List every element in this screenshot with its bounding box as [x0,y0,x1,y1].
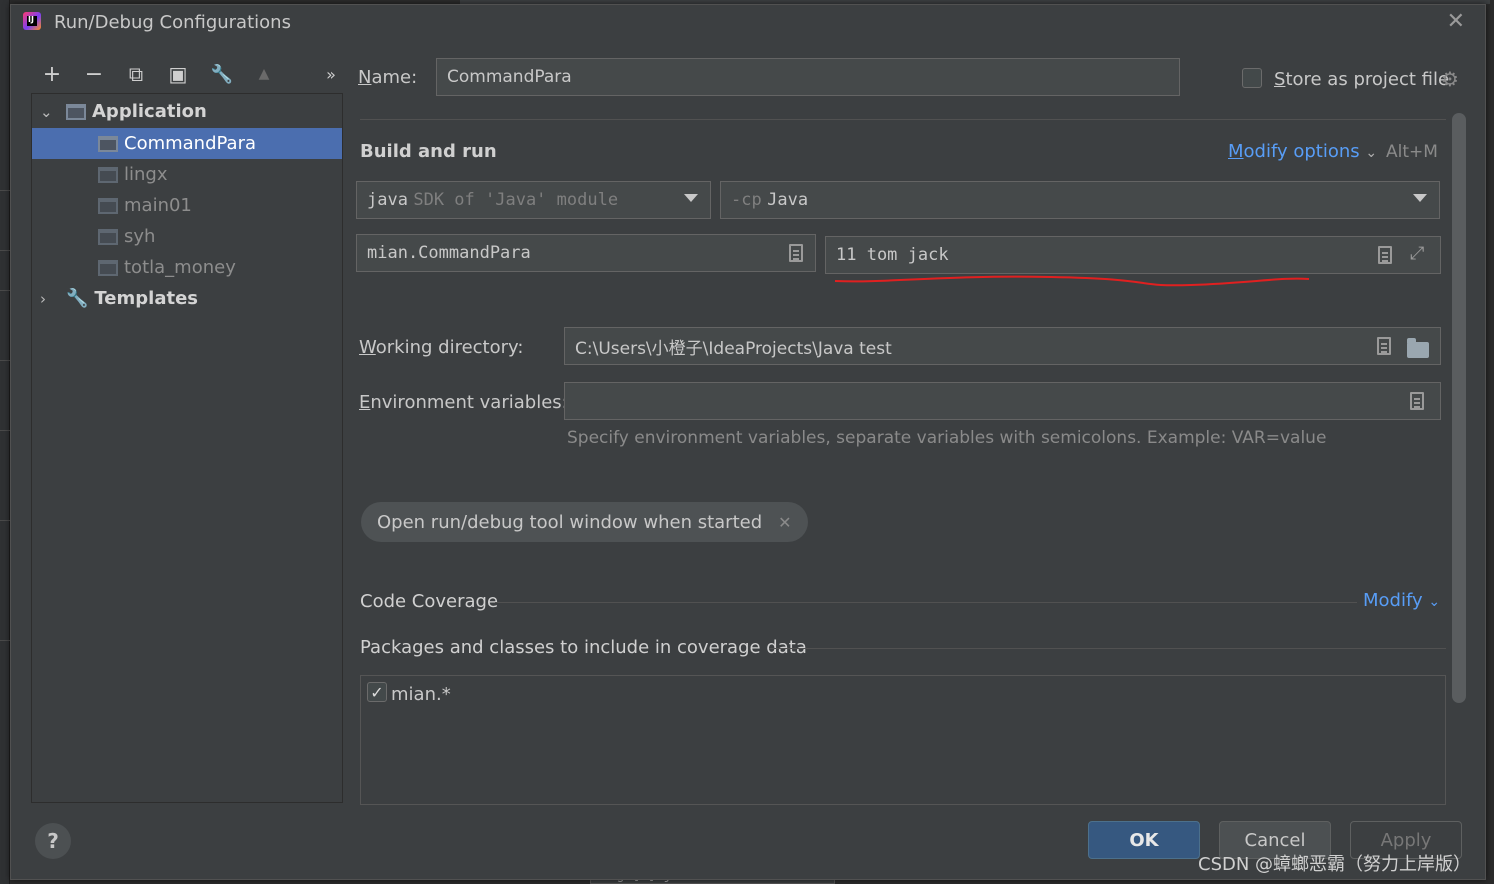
expand-icon[interactable]: ⤢ [1410,243,1424,264]
run-config-icon [98,197,118,214]
run-config-icon [98,166,118,183]
code-coverage-heading: Code Coverage [360,591,499,612]
chevron-right-icon[interactable]: › [40,290,54,308]
environment-variables-input[interactable] [564,382,1441,420]
tree-item-main01[interactable]: main01 [32,190,342,221]
config-toolbar: + − ⧉ ▣ 🔧 ▲ » [31,57,346,91]
working-directory-input[interactable]: C:\Users\小橙子\IdeaProjects\Java test [564,327,1441,365]
red-underline-annotation [834,275,1310,287]
title-bar: IJ Run/Debug Configurations ✕ [11,5,1485,41]
save-icon[interactable]: ▣ [165,61,191,87]
remove-option-icon[interactable]: ✕ [778,513,791,532]
modify-options-shortcut: Alt+M [1386,142,1438,162]
tree-item-syh[interactable]: syh [32,221,342,252]
working-directory-label: Working directory: [359,337,524,358]
run-debug-dialog: IJ Run/Debug Configurations ✕ + − ⧉ ▣ 🔧 … [10,4,1486,880]
browse-class-icon[interactable] [789,244,803,262]
wrench-icon[interactable]: 🔧 [209,61,235,87]
help-button[interactable]: ? [35,823,71,859]
run-config-icon [98,228,118,245]
coverage-modify-link[interactable]: Modify ⌄ [1363,590,1440,611]
vertical-scrollbar[interactable] [1452,113,1466,703]
intellij-icon: IJ [23,12,41,30]
wrench-icon: 🔧 [66,288,89,309]
chevron-down-icon[interactable]: ⌄ [40,103,54,121]
chevron-down-icon [684,194,698,202]
name-label: Name: [358,67,418,88]
classpath-select[interactable]: -cp Java [720,181,1440,219]
watermark: CSDN @蟑螂恶霸（努力上岸版） [1198,854,1472,875]
coverage-item-checkbox[interactable]: ✓ [367,682,387,702]
environment-variables-label: Environment variables: [359,392,568,413]
store-project-checkbox[interactable] [1242,68,1262,88]
chevron-down-icon [1413,194,1427,202]
environment-hint: Specify environment variables, separate … [567,428,1327,448]
ok-button[interactable]: OK [1088,821,1200,859]
run-config-icon [98,259,118,276]
gear-icon[interactable]: ⚙ [1441,67,1459,91]
coverage-packages-label: Packages and classes to include in cover… [360,637,807,658]
tree-node-templates[interactable]: › 🔧 Templates [32,283,342,314]
divider [360,119,1446,120]
run-config-icon [98,135,118,152]
ide-left-gutter [0,0,10,884]
program-arguments-input[interactable]: 11 tom jack ⤢ [825,236,1441,274]
open-tool-window-option[interactable]: Open run/debug tool window when started … [361,502,808,542]
coverage-list: ✓ mian.* [360,675,1446,805]
tree-node-application[interactable]: ⌄ Application [32,96,342,127]
config-tree: ⌄ Application CommandPara lingx main01 s… [31,93,343,803]
divider [769,648,1446,649]
insert-macro-icon[interactable] [1377,337,1391,355]
dialog-title: Run/Debug Configurations [54,12,291,33]
sdk-select[interactable]: java SDK of 'Java' module [356,181,711,219]
application-icon [66,103,86,120]
close-icon[interactable]: ✕ [1447,9,1465,34]
move-up-icon[interactable]: ▲ [251,61,277,87]
edit-env-icon[interactable] [1410,392,1424,410]
insert-macro-icon[interactable] [1378,246,1392,264]
folder-icon[interactable] [1407,338,1429,358]
store-project-label: Store as project file [1274,69,1450,90]
tree-item-commandpara[interactable]: CommandPara [32,128,342,159]
copy-icon[interactable]: ⧉ [123,61,149,87]
more-icon[interactable]: » [318,61,344,87]
main-class-input[interactable]: mian.CommandPara [356,234,816,272]
name-input[interactable]: CommandPara [436,58,1180,96]
build-run-heading: Build and run [360,141,497,162]
remove-icon[interactable]: − [81,61,107,87]
tree-item-totla-money[interactable]: totla_money [32,252,342,283]
divider [495,602,1357,603]
tree-item-lingx[interactable]: lingx [32,159,342,190]
coverage-item-label: mian.* [391,684,451,705]
add-icon[interactable]: + [39,61,65,87]
modify-options-link[interactable]: Modify options ⌄ [1228,141,1377,162]
